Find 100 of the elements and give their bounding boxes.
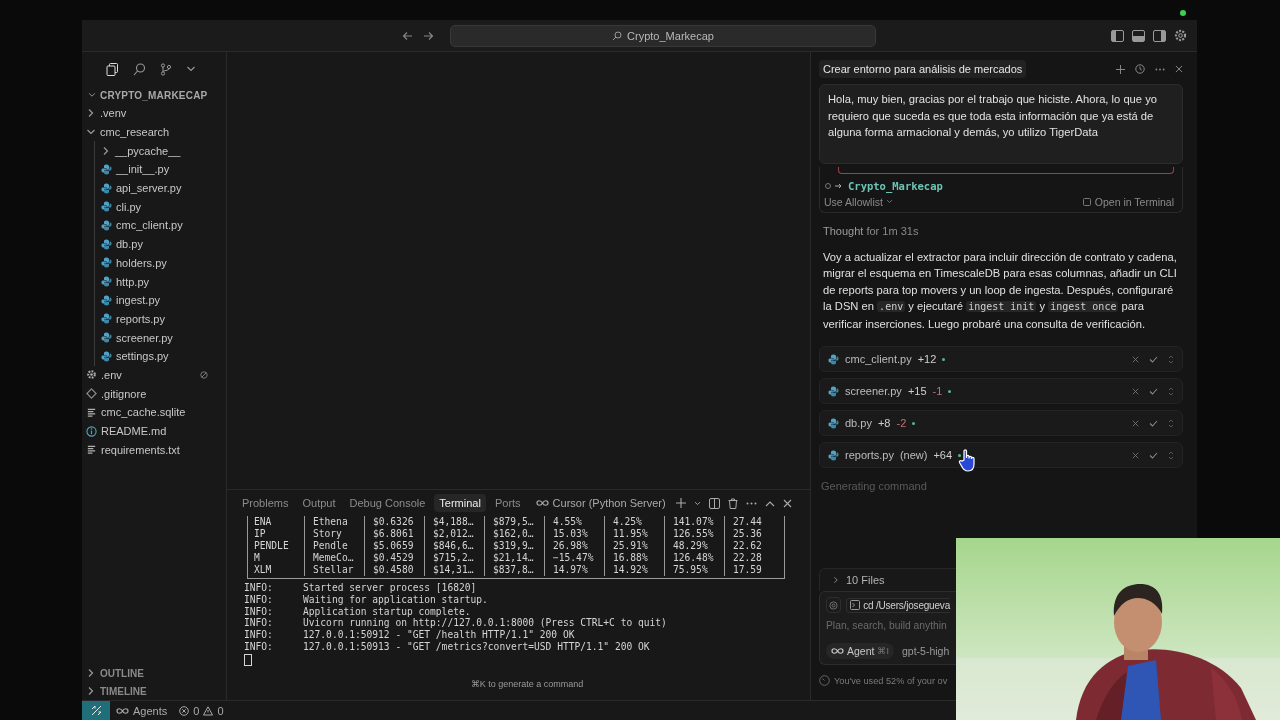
terminal-hint: ⌘K to generate a command [470,677,584,690]
file-item[interactable]: ingest.py [97,290,226,310]
settings-icon[interactable] [1174,29,1187,42]
table-cell: 17.59 [724,564,784,576]
mention-icon[interactable] [829,600,839,610]
secondary-sidebar-icon[interactable] [1153,29,1166,42]
added-lines: +64 [933,449,953,462]
chat-title[interactable]: Crear entorno para análisis de mercados [819,60,1027,78]
file-item[interactable]: screener.py [97,328,226,347]
file-item[interactable]: reports.py [97,309,226,329]
chat-input[interactable]: cd /Users/josegueva Plan, search, build anythin Agent ⌘I gpt-5-high [819,591,956,665]
problems-indicator[interactable]: 0 0 [173,704,230,717]
chevron-down-icon[interactable] [693,499,701,507]
table-cell: $6.8061 [364,528,424,540]
terminal-selector[interactable]: Cursor (Python Server) [535,497,666,509]
recording-indicator-icon [1180,10,1186,16]
files-icon[interactable] [106,62,119,76]
more-icon[interactable] [745,501,757,505]
file-item[interactable]: db.py [97,234,226,254]
back-icon[interactable] [402,30,413,41]
chevron-up-icon[interactable] [764,499,775,507]
file-item[interactable]: cli.py [97,197,226,217]
python-file-icon [101,201,112,213]
more-icon[interactable] [1155,67,1165,71]
panel-tab[interactable]: Output [297,494,341,512]
accept-icon[interactable] [1149,355,1158,363]
chevron-down-icon[interactable] [186,64,196,74]
file-item[interactable]: cmc_cache.sqlite [82,403,226,422]
context-chip[interactable]: cd /Users/josegueva [846,597,950,613]
accept-icon[interactable] [1149,419,1158,427]
agents-button[interactable]: Agents [110,704,174,717]
close-icon[interactable] [1175,65,1183,73]
file-item[interactable]: cmc_client.py [97,216,226,235]
table-cell: 22.28 [724,552,784,564]
table-cell: 141.07% [664,516,724,528]
reject-icon[interactable] [1132,387,1139,395]
allowlist-dropdown[interactable]: Use Allowlist [824,195,893,208]
file-item[interactable]: .env [82,365,226,385]
reject-icon[interactable] [1132,419,1139,427]
model-selector[interactable]: gpt-5-high [901,645,950,657]
reject-icon[interactable] [1132,355,1139,363]
text-file-icon [86,444,97,456]
file-item[interactable]: README.md [82,421,226,441]
split-icon[interactable] [708,497,720,509]
reject-icon[interactable] [1132,451,1139,459]
section-header[interactable]: TIMELINE [82,682,226,700]
table-cell: $879,5… [484,516,544,528]
file-item[interactable]: settings.py [97,346,226,366]
chevron-icon[interactable] [101,145,111,156]
search-icon[interactable] [133,62,146,76]
table-cell: 25.36 [724,528,784,540]
terminal-icon [1082,197,1091,206]
file-item[interactable]: api_server.py [97,178,226,198]
accept-icon[interactable] [1149,451,1158,459]
table-cell: MemeCo… [304,552,364,564]
close-icon[interactable] [782,498,792,508]
file-item[interactable]: http.py [97,272,226,291]
file-change-card[interactable]: cmc_client.py +12 [819,346,1183,373]
table-cell: $715,2… [424,552,484,564]
accept-icon[interactable] [1149,387,1158,395]
panel-tab[interactable]: Debug Console [344,494,431,512]
panel-toggle-icon[interactable] [1132,29,1145,42]
dot-icon [958,453,962,457]
file-change-card[interactable]: screener.py +15 -1 [819,378,1183,405]
folder-item[interactable]: .venv [82,104,226,123]
files-summary[interactable]: 10 Files [819,568,956,591]
history-icon[interactable] [1135,64,1145,74]
file-item[interactable]: requirements.txt [82,440,226,460]
plus-icon[interactable] [675,498,686,508]
panel-tab[interactable]: Problems [237,494,294,512]
circle-arrow-icon [824,181,844,190]
folder-item[interactable]: __pycache__ [97,141,226,161]
chevron-down-icon[interactable] [88,91,96,99]
open-in-terminal-button[interactable]: Open in Terminal [1082,195,1174,208]
panel-tab[interactable]: Terminal [434,494,486,512]
trash-icon[interactable] [727,497,738,509]
remote-button[interactable] [82,701,110,720]
forward-icon[interactable] [423,30,434,41]
folder-item[interactable]: cmc_research [82,122,226,142]
log-level: INFO: [244,582,274,594]
mode-selector[interactable]: Agent ⌘I [826,643,894,659]
chevron-icon[interactable] [86,108,96,119]
chevron-icon[interactable] [86,668,96,678]
project-title[interactable]: CRYPTO_MARKECAP [100,89,208,101]
file-name: reports.py [845,449,894,462]
file-change-card[interactable]: db.py +8 -2 [819,410,1183,437]
plus-icon[interactable] [1116,64,1125,74]
sidebar-toggle-icon[interactable] [1111,29,1124,42]
file-change-card[interactable]: reports.py (new) +64 [819,442,1183,469]
table-cell: $14,31… [424,564,484,576]
source-control-icon[interactable] [160,62,172,76]
file-item[interactable]: holders.py [97,253,226,273]
panel-tab[interactable]: Ports [489,494,526,512]
file-item[interactable]: __init__.py [97,160,226,179]
table-cell: 14.97% [544,564,604,576]
search-field[interactable]: Crypto_Markecap [450,24,876,47]
thought-duration[interactable]: Thought for 1m 31s [823,224,1183,237]
section-header[interactable]: OUTLINE [82,664,226,682]
file-item[interactable]: .gitignore [82,384,226,403]
chevron-icon[interactable] [86,686,96,696]
